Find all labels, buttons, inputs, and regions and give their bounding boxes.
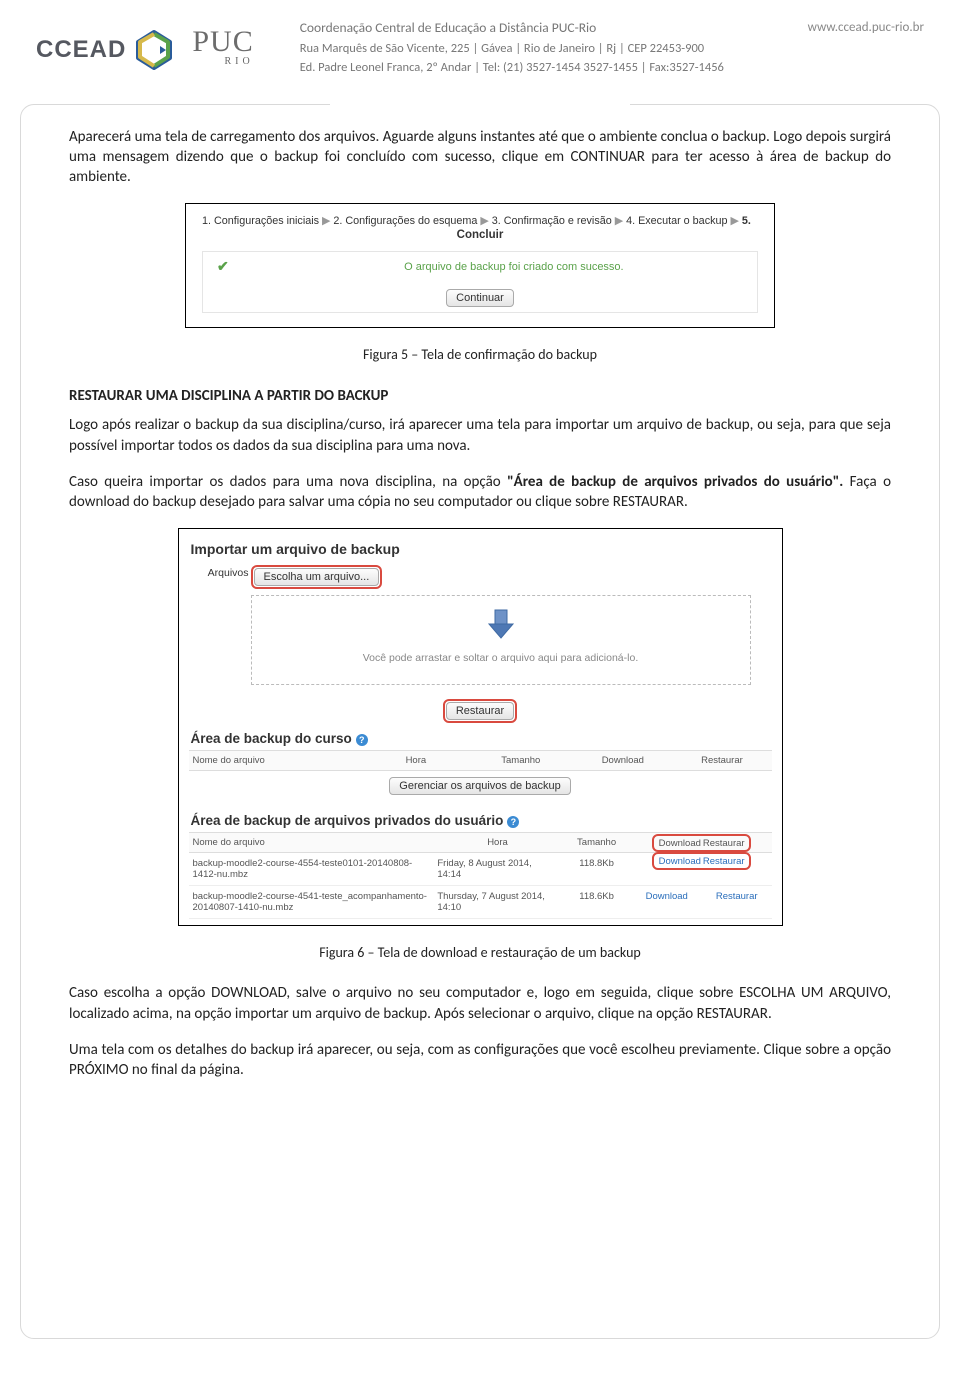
paragraph-restore-1: Logo após realizar o backup da sua disci…: [69, 415, 891, 456]
table-row: backup-moodle2-course-4541-teste_acompan…: [189, 886, 772, 919]
th-hora: Hora: [433, 833, 561, 853]
paragraph-restore-2: Caso queira importar os dados para uma n…: [69, 472, 891, 513]
figure-6-caption: Figura 6 – Tela de download e restauraçã…: [69, 944, 891, 961]
help-icon[interactable]: ?: [507, 816, 519, 828]
user-backup-table: Nome do arquivo Hora Tamanho Download Re…: [189, 832, 772, 919]
drop-area[interactable]: Você pode arrastar e soltar o arquivo aq…: [251, 595, 751, 685]
step-4: 4. Executar o backup: [626, 215, 727, 227]
restaurar-button[interactable]: Restaurar: [446, 702, 514, 720]
th-tamanho: Tamanho: [468, 751, 573, 771]
address-line-1: Rua Marquês de São Vicente, 225 | Gávea …: [300, 39, 924, 58]
step-2: 2. Configurações do esquema: [333, 215, 477, 227]
cell-nome: backup-moodle2-course-4554-teste0101-201…: [189, 853, 434, 886]
check-icon: ✔: [217, 258, 229, 275]
curso-table: Nome do arquivo Hora Tamanho Download Re…: [189, 750, 772, 771]
highlight-escolha: Escolha um arquivo...: [251, 565, 383, 589]
paragraph-intro: Aparecerá uma tela de carregamento dos a…: [69, 127, 891, 188]
step-1: 1. Configurações iniciais: [202, 215, 319, 227]
area-user-heading: Área de backup de arquivos privados do u…: [191, 813, 772, 828]
th-dl-restore: Download Restaurar: [632, 833, 772, 853]
th-download: Download: [573, 751, 672, 771]
cell-nome: backup-moodle2-course-4541-teste_acompan…: [189, 886, 434, 919]
th-hora: Hora: [363, 751, 468, 771]
arrow-icon: ▶: [480, 215, 488, 227]
cell-tamanho: 118.6Kb: [562, 886, 632, 919]
paragraph-next: Uma tela com os detalhes do backup irá a…: [69, 1040, 891, 1081]
step-5-label: Concluir: [202, 229, 758, 241]
wizard-steps: 1. Configurações iniciais ▶ 2. Configura…: [202, 214, 758, 227]
download-link[interactable]: Download: [659, 856, 701, 867]
th-tamanho: Tamanho: [562, 833, 632, 853]
download-arrow-icon: [260, 608, 742, 644]
step-5-num: 5.: [742, 215, 751, 227]
highlight-row-links: Download Restaurar: [652, 852, 751, 870]
area-curso-heading-text: Área de backup do curso: [191, 731, 352, 746]
content-frame: Aparecerá uma tela de carregamento dos a…: [20, 104, 940, 1339]
letterhead: CCEAD PUC RIO Coordenação Central de Edu…: [0, 0, 960, 86]
choose-file-button[interactable]: Escolha um arquivo...: [254, 568, 380, 586]
th-restaurar: Restaurar: [672, 751, 771, 771]
address-line-2: Ed. Padre Leonel Franca, 2º Andar | Tel:…: [300, 58, 924, 77]
p3-bold: "Área de backup de arquivos privados do …: [507, 473, 843, 491]
cell-tamanho: 118.8Kb: [562, 853, 632, 886]
letterhead-text: Coordenação Central de Educação a Distân…: [270, 18, 924, 78]
step-3: 3. Confirmação e revisão: [492, 215, 612, 227]
org-url: www.ccead.puc-rio.br: [808, 18, 924, 39]
import-heading: Importar um arquivo de backup: [191, 541, 772, 557]
table-row: backup-moodle2-course-4554-teste0101-201…: [189, 853, 772, 886]
highlight-download-restaurar: Download Restaurar: [652, 834, 751, 852]
logo-puc-text: PUC: [192, 28, 253, 55]
logo-ccead-text: CCEAD: [36, 36, 126, 64]
area-curso-heading: Área de backup do curso?: [191, 731, 772, 746]
logo-ccead-icon: [132, 28, 176, 72]
logo-puc-sub: RIO: [192, 57, 253, 66]
area-user-heading-text: Área de backup de arquivos privados do u…: [191, 813, 504, 828]
continue-button[interactable]: Continuar: [446, 289, 514, 307]
manage-backups-button[interactable]: Gerenciar os arquivos de backup: [389, 777, 570, 795]
figure-6-restore-screen: Importar um arquivo de backup Arquivos E…: [178, 528, 783, 926]
arrow-icon: ▶: [731, 215, 739, 227]
arrow-icon: ▶: [322, 215, 330, 227]
th-restaurar-text: Restaurar: [703, 838, 745, 849]
drop-msg: Você pode arrastar e soltar o arquivo aq…: [260, 652, 742, 664]
download-link[interactable]: Download: [632, 886, 702, 919]
success-msg: O arquivo de backup foi criado com suces…: [285, 261, 743, 273]
paragraph-download: Caso escolha a opção DOWNLOAD, salve o a…: [69, 983, 891, 1024]
restaurar-link[interactable]: Restaurar: [702, 886, 772, 919]
success-row: ✔ O arquivo de backup foi criado com suc…: [202, 251, 758, 281]
p3-part-a: Caso queira importar os dados para uma n…: [69, 473, 507, 491]
th-download-text: Download: [659, 838, 701, 849]
th-nome: Nome do arquivo: [189, 751, 364, 771]
restaurar-link[interactable]: Restaurar: [703, 856, 745, 867]
heading-restore: RESTAURAR UMA DISCIPLINA A PARTIR DO BAC…: [69, 387, 891, 405]
arquivos-label: Arquivos: [189, 565, 249, 579]
figure-5-caption: Figura 5 – Tela de confirmação do backup: [69, 346, 891, 363]
cell-hora: Thursday, 7 August 2014, 14:10: [433, 886, 561, 919]
th-nome: Nome do arquivo: [189, 833, 434, 853]
logo-puc: PUC RIO: [192, 18, 253, 66]
arrow-icon: ▶: [615, 215, 623, 227]
highlight-restaurar: Restaurar: [443, 699, 517, 723]
figure-5-backup-confirm: 1. Configurações iniciais ▶ 2. Configura…: [185, 203, 775, 328]
org-title: Coordenação Central de Educação a Distân…: [300, 18, 597, 39]
help-icon[interactable]: ?: [356, 734, 368, 746]
cell-hora: Friday, 8 August 2014, 14:14: [433, 853, 561, 886]
logo-ccead: CCEAD: [36, 18, 176, 72]
